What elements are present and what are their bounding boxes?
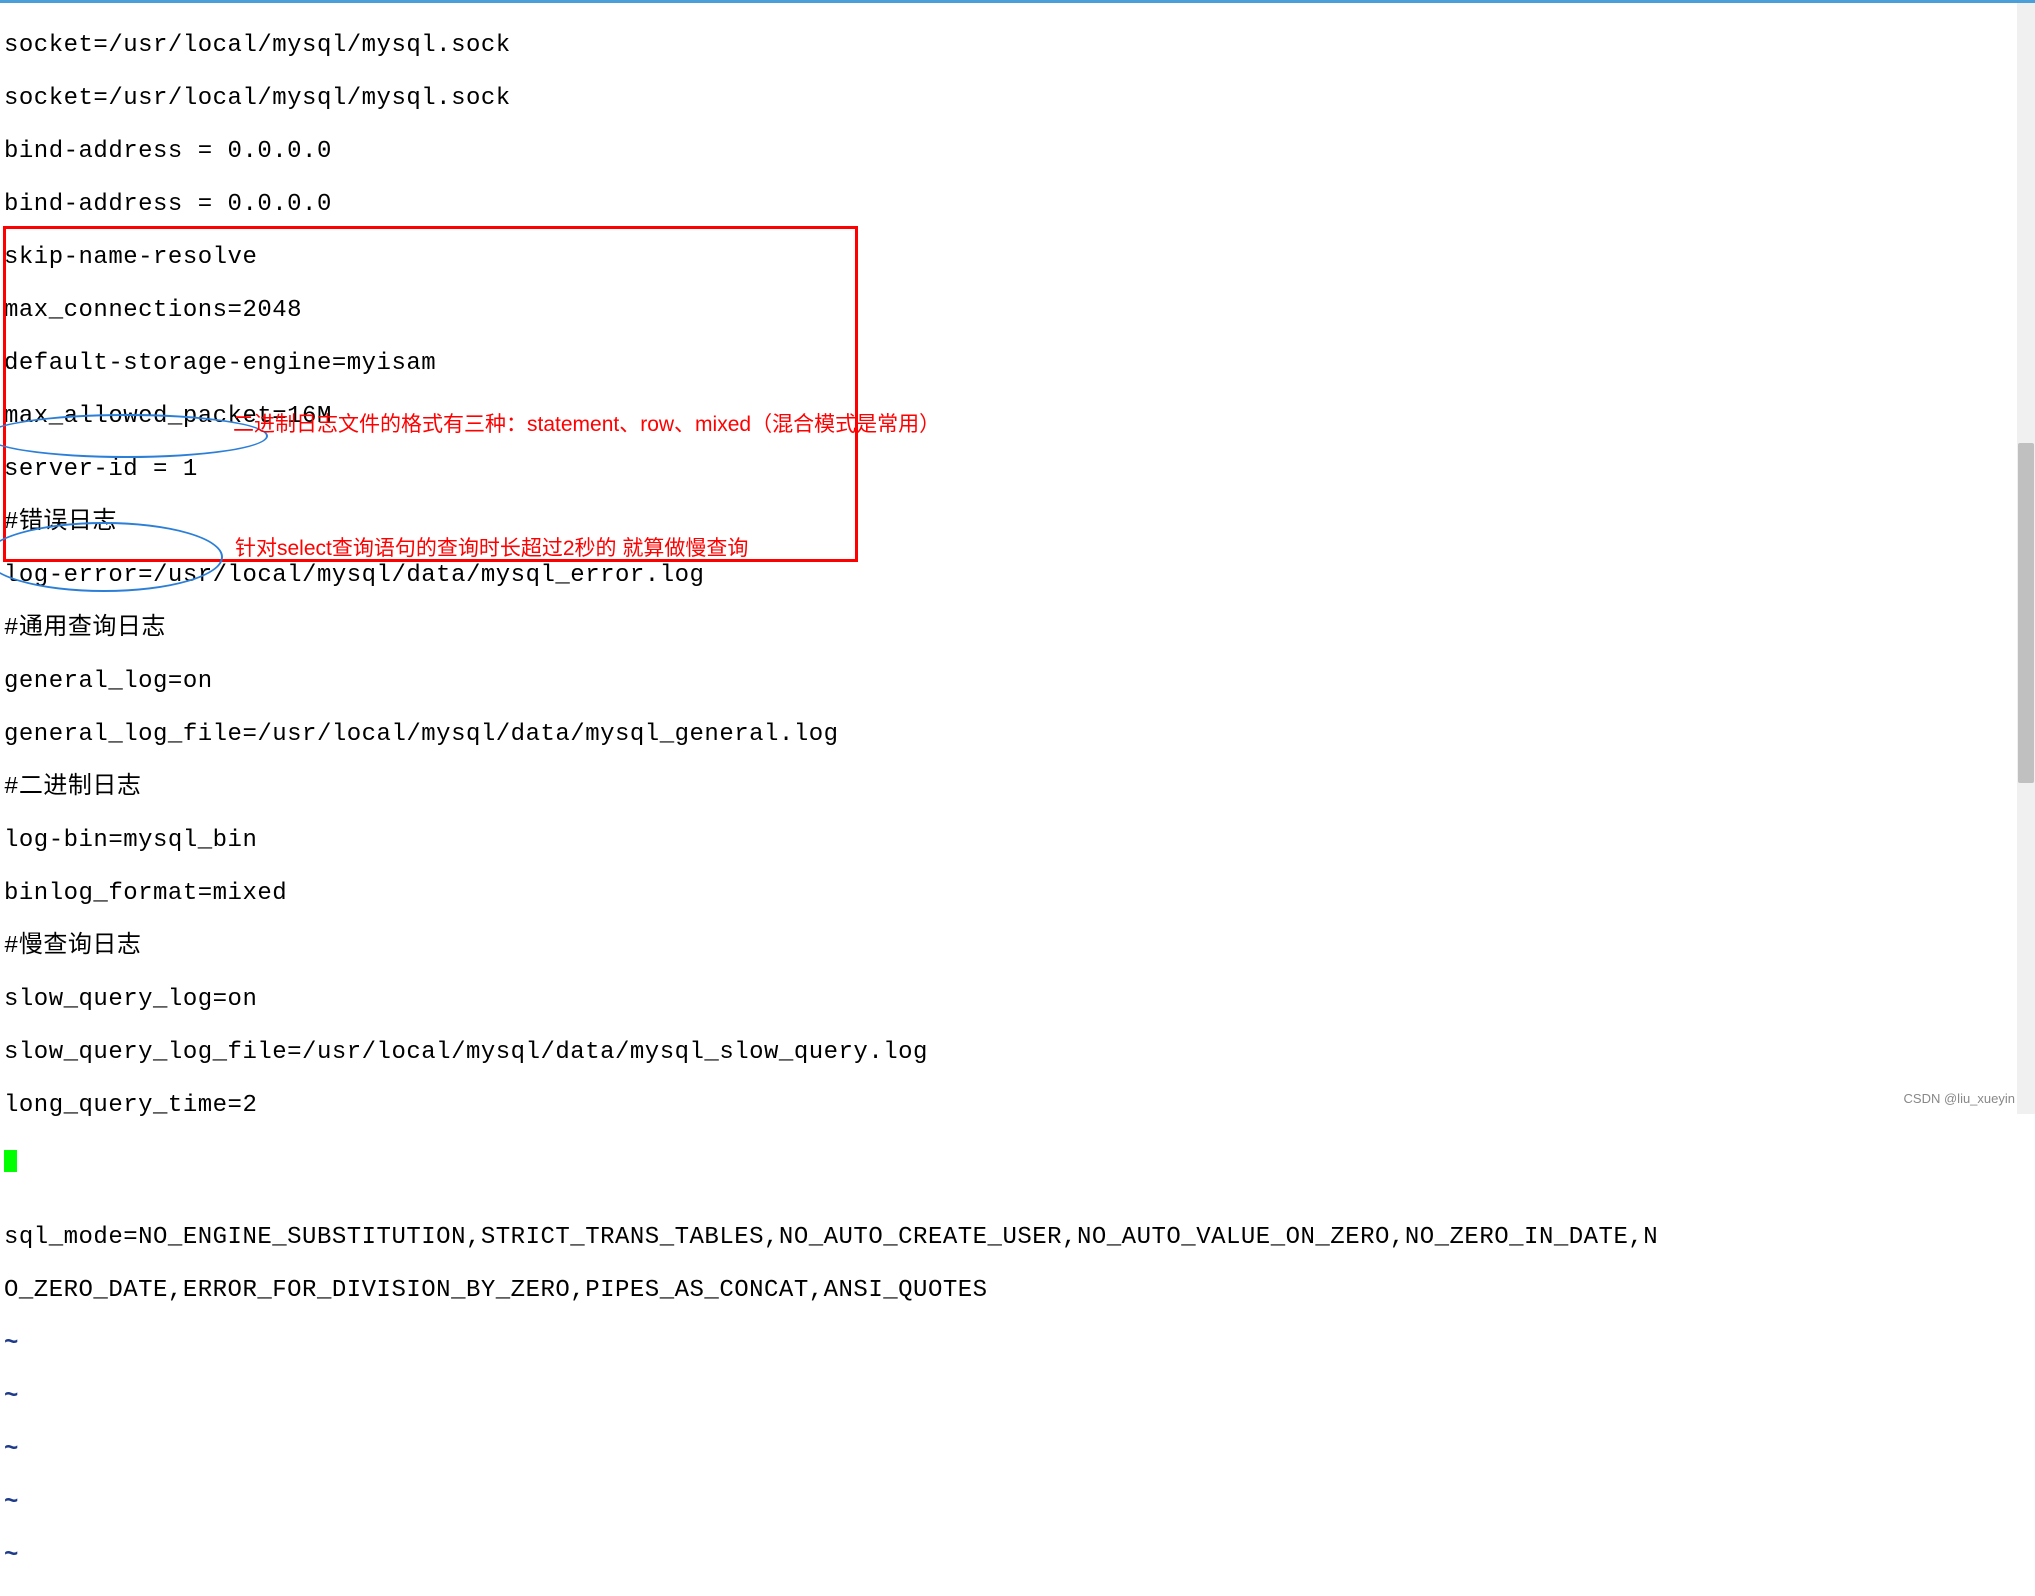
vertical-scrollbar[interactable] (2017, 3, 2035, 1114)
config-line: general_log_file=/usr/local/mysql/data/m… (4, 722, 2031, 749)
annotation-slow-query: 针对select查询语句的查询时长超过2秒的 就算做慢查询 (235, 532, 748, 562)
csdn-watermark: CSDN @liu_xueyin (1904, 1091, 2015, 1106)
config-line: log-bin=mysql_bin (4, 828, 2031, 855)
config-line: server-id = 1 (4, 457, 2031, 484)
cursor-line (4, 1146, 2031, 1173)
config-line: socket=/usr/local/mysql/mysql.sock (4, 33, 2031, 60)
window-top-border (0, 0, 2035, 3)
config-line: slow_query_log=on (4, 987, 2031, 1014)
config-line: socket=/usr/local/mysql/mysql.sock (4, 86, 2031, 113)
config-line: slow_query_log_file=/usr/local/mysql/dat… (4, 1040, 2031, 1067)
config-line: O_ZERO_DATE,ERROR_FOR_DIVISION_BY_ZERO,P… (4, 1278, 2031, 1305)
config-line: bind-address = 0.0.0.0 (4, 139, 2031, 166)
vim-tilde: ~ (4, 1384, 2031, 1411)
vim-tilde: ~ (4, 1543, 2031, 1570)
annotation-binlog-format: 二进制日志文件的格式有三种：statement、row、mixed（混合模式是常… (233, 408, 940, 438)
config-line: sql_mode=NO_ENGINE_SUBSTITUTION,STRICT_T… (4, 1225, 2031, 1252)
vim-tilde: ~ (4, 1490, 2031, 1517)
config-line: binlog_format=mixed (4, 881, 2031, 908)
text-cursor (4, 1150, 17, 1172)
config-line: default-storage-engine=myisam (4, 351, 2031, 378)
config-line: bind-address = 0.0.0.0 (4, 192, 2031, 219)
config-line: log-error=/usr/local/mysql/data/mysql_er… (4, 563, 2031, 590)
config-line: #二进制日志 (4, 775, 2031, 802)
config-line: #慢查询日志 (4, 934, 2031, 961)
vim-tilde: ~ (4, 1331, 2031, 1358)
text-editor-content[interactable]: socket=/usr/local/mysql/mysql.sock socke… (4, 6, 2031, 1596)
config-line: max_connections=2048 (4, 298, 2031, 325)
scrollbar-thumb[interactable] (2018, 443, 2034, 783)
config-line: skip-name-resolve (4, 245, 2031, 272)
config-line: long_query_time=2 (4, 1093, 2031, 1120)
config-line: general_log=on (4, 669, 2031, 696)
vim-tilde: ~ (4, 1437, 2031, 1464)
config-line: #通用查询日志 (4, 616, 2031, 643)
